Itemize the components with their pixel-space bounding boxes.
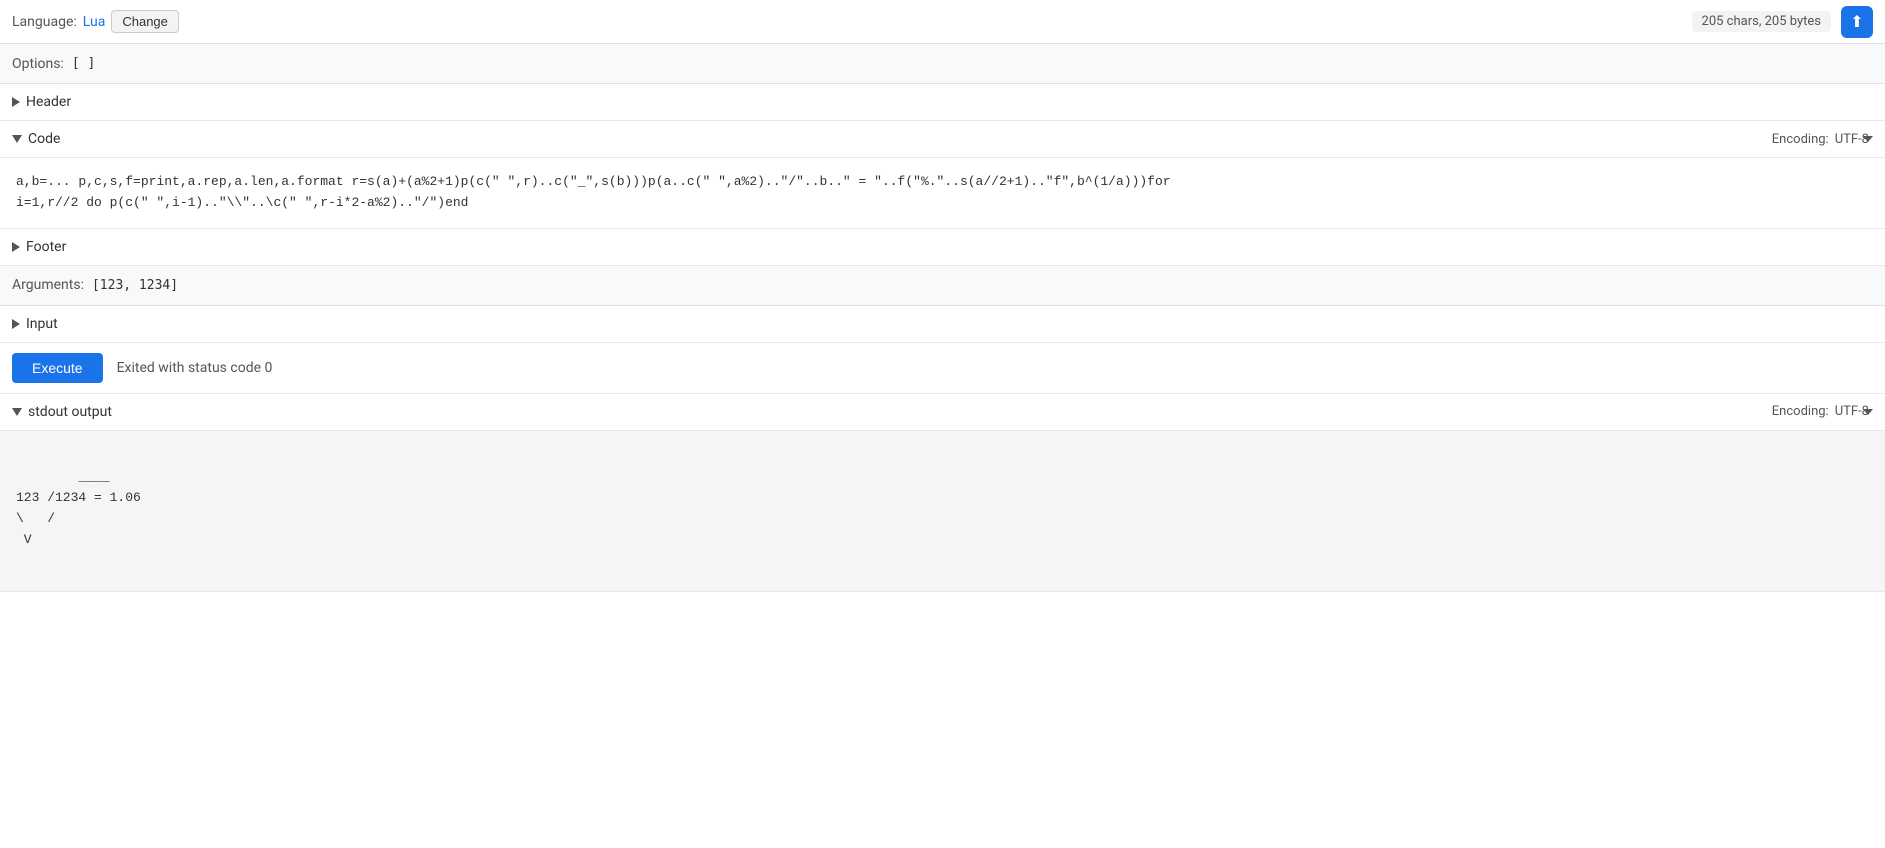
stdout-output-line1: ____ 123 /1234 = 1.06 \ / V xyxy=(16,469,141,546)
execute-button[interactable]: Execute xyxy=(12,353,103,383)
upload-icon-button[interactable]: ⬆ xyxy=(1841,6,1873,38)
arguments-bar: Arguments: [123, 1234] xyxy=(0,266,1885,306)
language-label: Language: xyxy=(12,14,77,30)
stdout-section: stdout output Encoding: UTF-8 ____ 123 /… xyxy=(0,394,1885,592)
options-label: Options: xyxy=(12,56,64,72)
code-section-row[interactable]: Code Encoding: UTF-8 xyxy=(0,121,1885,158)
status-text: Exited with status code 0 xyxy=(117,360,273,376)
code-collapse-icon xyxy=(12,135,22,143)
change-button[interactable]: Change xyxy=(111,10,179,33)
input-collapse-icon xyxy=(12,319,20,329)
execute-row: Execute Exited with status code 0 xyxy=(0,343,1885,394)
stdout-section-row[interactable]: stdout output Encoding: UTF-8 xyxy=(0,394,1885,431)
stdout-collapse-icon xyxy=(12,408,22,416)
code-encoding-label: Encoding: xyxy=(1772,132,1829,147)
stdout-encoding-label: Encoding: xyxy=(1772,404,1829,419)
code-section-label: Code xyxy=(28,131,60,147)
code-encoding-group: Encoding: UTF-8 xyxy=(1772,132,1873,147)
top-bar-left: Language: Lua Change xyxy=(12,10,179,33)
stdout-section-title: stdout output xyxy=(12,404,112,420)
code-content[interactable]: a,b=... p,c,s,f=print,a.rep,a.len,a.form… xyxy=(0,158,1885,229)
stdout-encoding-group: Encoding: UTF-8 xyxy=(1772,404,1873,419)
chars-info: 205 chars, 205 bytes xyxy=(1692,11,1831,32)
arguments-label: Arguments: xyxy=(12,277,84,293)
stdout-encoding-chevron[interactable] xyxy=(1863,409,1873,415)
input-section-title: Input xyxy=(12,316,58,332)
stdout-output-area: ____ 123 /1234 = 1.06 \ / V xyxy=(0,431,1885,591)
footer-collapse-icon xyxy=(12,242,20,252)
input-section-row[interactable]: Input xyxy=(0,306,1885,343)
options-value: [ ] xyxy=(72,56,95,71)
input-section-label: Input xyxy=(26,316,58,332)
footer-section-title: Footer xyxy=(12,239,66,255)
code-section-title: Code xyxy=(12,131,60,147)
header-section-title: Header xyxy=(12,94,71,110)
footer-section-label: Footer xyxy=(26,239,66,255)
arguments-value: [123, 1234] xyxy=(92,278,178,293)
code-encoding-chevron[interactable] xyxy=(1863,136,1873,142)
top-bar-right: 205 chars, 205 bytes ⬆ xyxy=(1692,6,1873,38)
top-bar: Language: Lua Change 205 chars, 205 byte… xyxy=(0,0,1885,44)
header-section-label: Header xyxy=(26,94,71,110)
language-link[interactable]: Lua xyxy=(83,14,106,30)
stdout-section-label: stdout output xyxy=(28,404,112,420)
header-section-row[interactable]: Header xyxy=(0,84,1885,121)
upload-icon: ⬆ xyxy=(1850,12,1863,31)
header-collapse-icon xyxy=(12,97,20,107)
footer-section-row[interactable]: Footer xyxy=(0,229,1885,266)
options-bar: Options: [ ] xyxy=(0,44,1885,84)
